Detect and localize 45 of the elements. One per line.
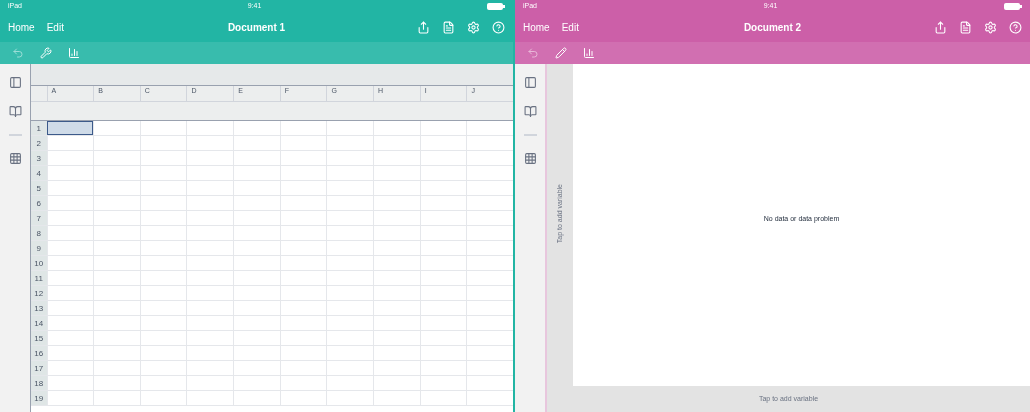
formula-bar[interactable] <box>31 64 513 86</box>
home-button[interactable]: Home <box>523 19 550 35</box>
row-header[interactable]: 18 <box>31 376 47 390</box>
row-header[interactable]: 7 <box>31 211 47 225</box>
row-header[interactable]: 8 <box>31 226 47 240</box>
battery-icon <box>487 2 505 10</box>
edit-button[interactable]: Edit <box>561 19 579 35</box>
battery-icon <box>1004 2 1022 10</box>
chart-icon[interactable] <box>583 47 595 59</box>
pencil-icon[interactable] <box>555 47 567 59</box>
grid-icon[interactable] <box>8 152 22 165</box>
row-header[interactable]: 11 <box>31 271 47 285</box>
page-sorter-icon[interactable] <box>8 76 22 89</box>
book-icon[interactable] <box>523 105 537 118</box>
settings-icon[interactable] <box>984 20 997 34</box>
row-header[interactable]: 14 <box>31 316 47 330</box>
book-icon[interactable] <box>8 105 22 118</box>
row-header[interactable]: 9 <box>31 241 47 255</box>
row-header[interactable]: 6 <box>31 196 47 210</box>
help-icon[interactable] <box>492 20 505 34</box>
help-icon[interactable] <box>1009 20 1022 34</box>
document-icon[interactable] <box>959 20 972 34</box>
settings-icon[interactable] <box>467 20 480 34</box>
page-sorter-icon[interactable] <box>523 76 537 89</box>
row-header[interactable]: 16 <box>31 346 47 360</box>
row-header[interactable]: 19 <box>31 391 47 405</box>
row-header[interactable]: 1 <box>31 121 47 135</box>
row-header[interactable]: 4 <box>31 166 47 180</box>
row-header[interactable]: 2 <box>31 136 47 150</box>
table-cell[interactable] <box>46 121 94 135</box>
share-icon[interactable] <box>934 20 947 34</box>
wrench-icon[interactable] <box>40 47 52 59</box>
row-header[interactable]: 17 <box>31 361 47 375</box>
row-header[interactable]: 10 <box>31 256 47 270</box>
chart-icon[interactable] <box>68 47 80 59</box>
row-header[interactable]: 12 <box>31 286 47 300</box>
grid-icon[interactable] <box>523 152 537 165</box>
document-icon[interactable] <box>442 20 455 34</box>
row-header[interactable]: 15 <box>31 331 47 345</box>
document-title: Document 1 <box>227 20 286 35</box>
share-icon[interactable] <box>417 20 430 34</box>
row-header[interactable]: 13 <box>31 301 47 315</box>
row-header[interactable]: 5 <box>31 181 47 195</box>
document-title: Document 2 <box>743 20 802 35</box>
row-header[interactable]: 3 <box>31 151 47 165</box>
